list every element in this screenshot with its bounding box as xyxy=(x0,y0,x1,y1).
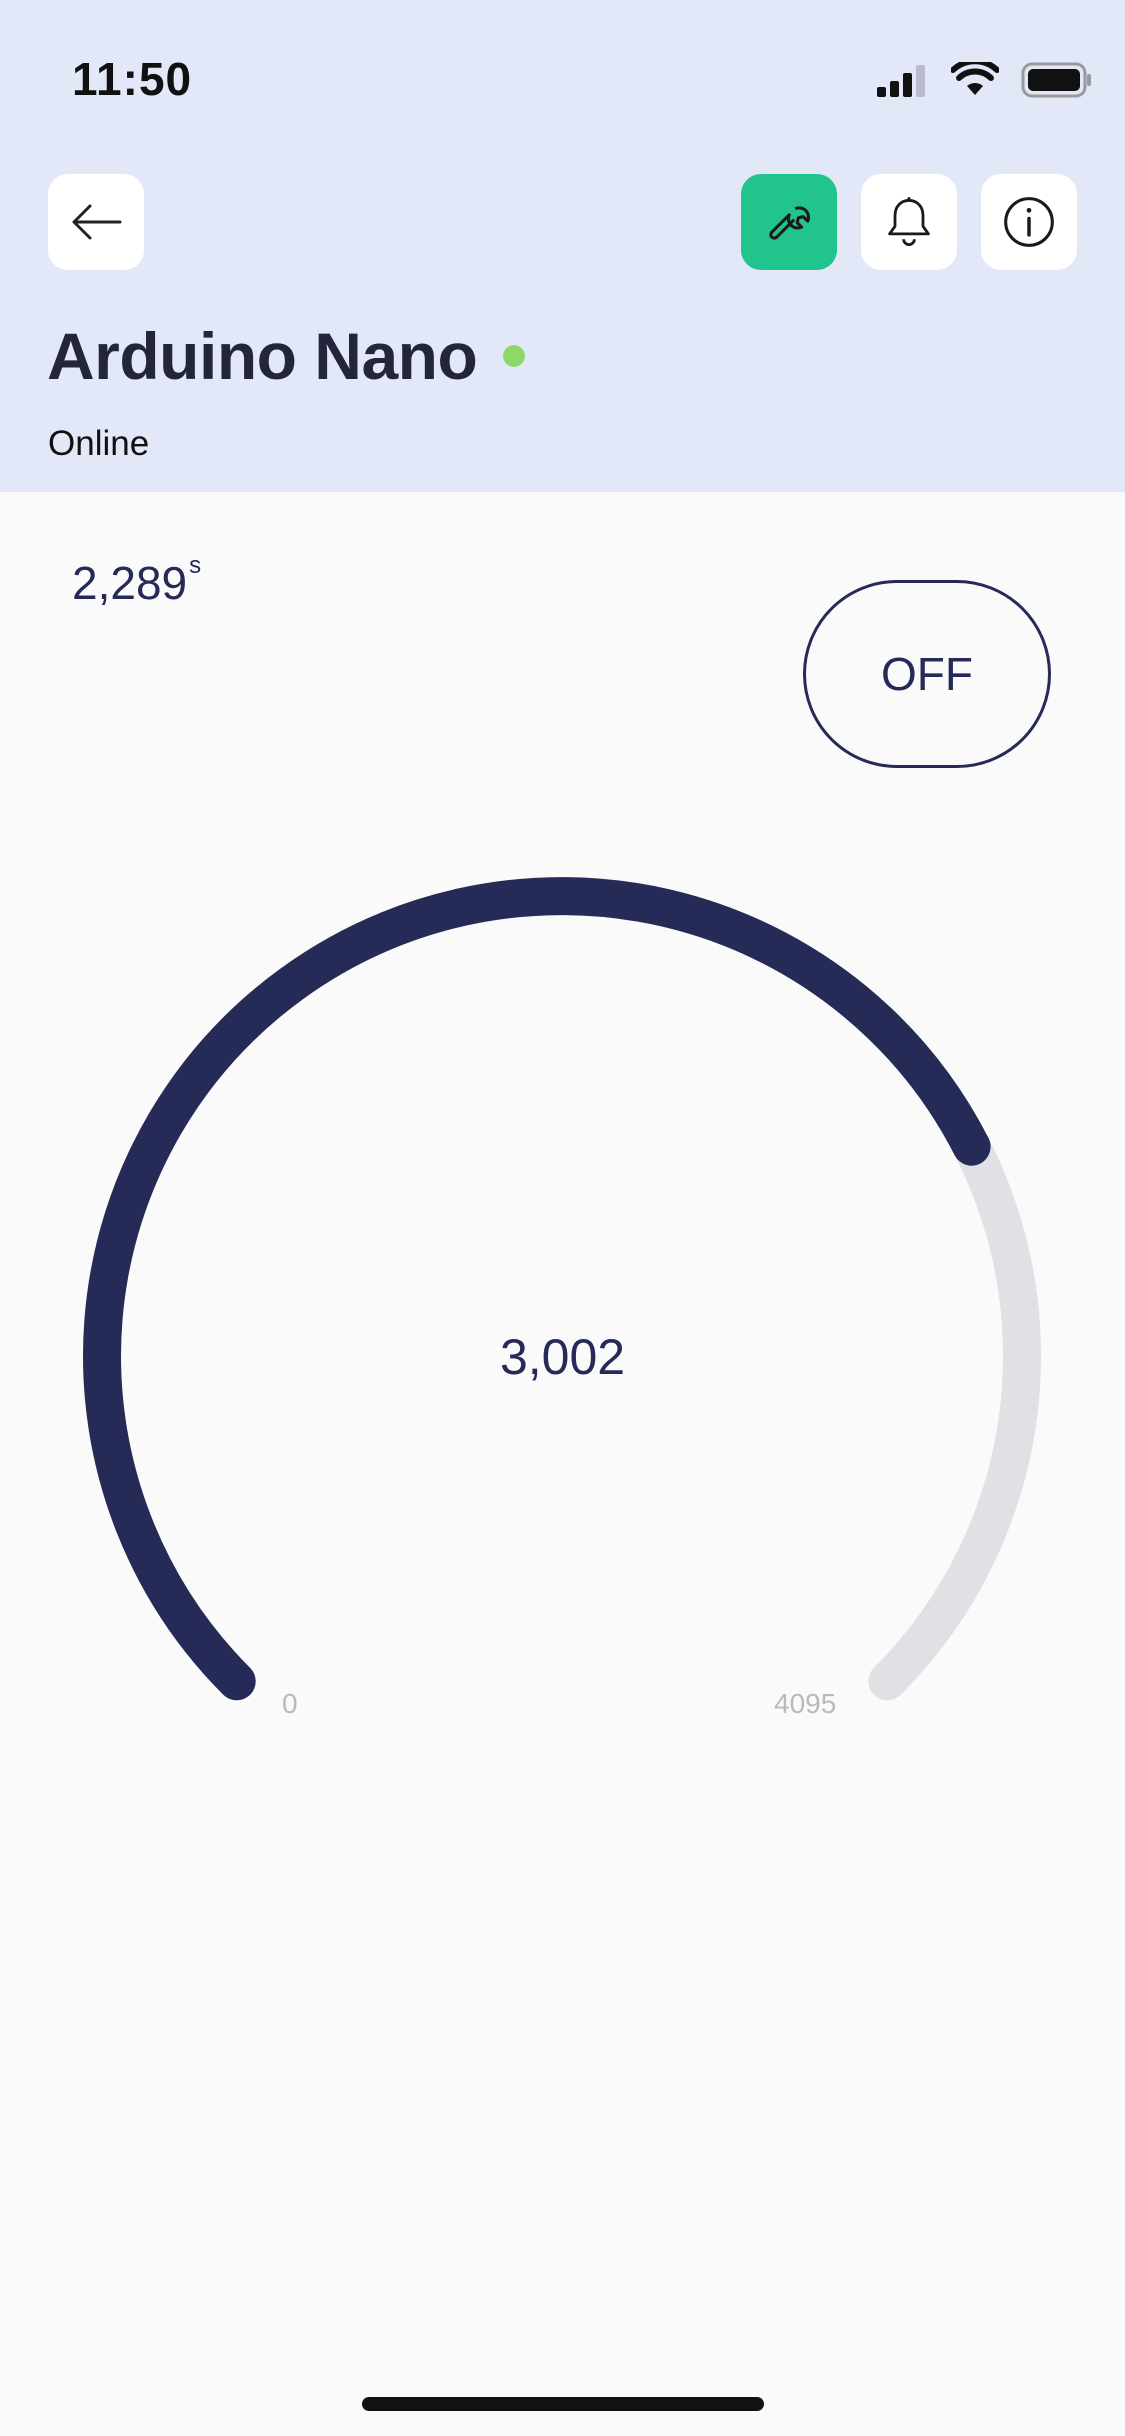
gauge-min-label: 0 xyxy=(282,1688,298,1719)
gauge-max-label: 4095 xyxy=(774,1688,837,1719)
home-indicator xyxy=(362,2397,764,2411)
gauge xyxy=(83,877,1041,1701)
gauge-value: 3,002 xyxy=(499,1329,626,1385)
gauge-fill xyxy=(83,877,991,1701)
